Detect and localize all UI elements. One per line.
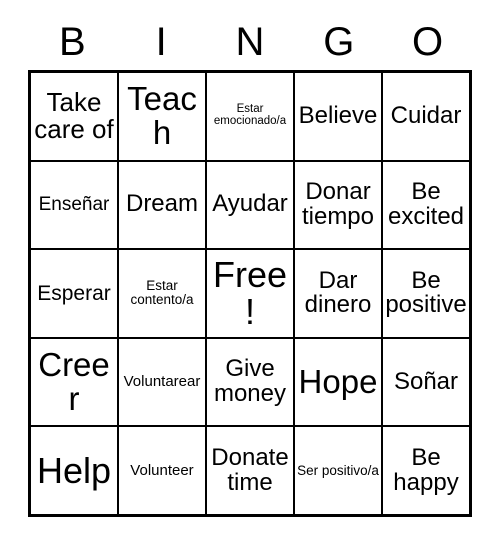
header-letter-label: N bbox=[235, 20, 265, 64]
bingo-cell-n2[interactable]: Ayudar bbox=[207, 161, 295, 249]
bingo-cell-o5[interactable]: Be happy bbox=[383, 427, 469, 514]
bingo-card: B I N G O Take care of Teach Estar emoci… bbox=[0, 0, 501, 544]
bingo-cell-o4[interactable]: Soñar bbox=[383, 339, 469, 426]
bingo-cell-free-space[interactable]: Free! bbox=[207, 250, 295, 337]
bingo-row: Take care of Teach Estar emocionado/a Be… bbox=[31, 73, 469, 162]
bingo-cell-label: Dream bbox=[125, 190, 198, 218]
bingo-cell-label: Soñar bbox=[393, 367, 459, 395]
bingo-row: Esperar Estar contento/a Free! Dar diner… bbox=[31, 250, 469, 339]
bingo-cell-b2[interactable]: Enseñar bbox=[31, 161, 119, 249]
bingo-cell-label: Cuidar bbox=[390, 101, 462, 129]
bingo-cell-n1[interactable]: Estar emocionado/a bbox=[207, 73, 295, 160]
bingo-cell-b1[interactable]: Take care of bbox=[31, 73, 119, 160]
bingo-cell-i3[interactable]: Estar contento/a bbox=[119, 250, 207, 337]
bingo-cell-b3[interactable]: Esperar bbox=[31, 250, 119, 337]
bingo-cell-o2[interactable]: Be excited bbox=[383, 162, 469, 249]
bingo-cell-label: Help bbox=[36, 449, 112, 491]
bingo-row: Enseñar Dream Ayudar Donar tiempo Be exc… bbox=[31, 161, 469, 251]
bingo-cell-o1[interactable]: Cuidar bbox=[383, 73, 469, 160]
bingo-cell-label: Esperar bbox=[37, 281, 111, 305]
bingo-cell-i1[interactable]: Teach bbox=[119, 73, 207, 160]
bingo-row: Creer Voluntarear Give money Hope Soñar bbox=[31, 338, 469, 428]
bingo-cell-g3[interactable]: Dar dinero bbox=[295, 250, 383, 337]
bingo-cell-label: Hope bbox=[298, 362, 378, 400]
header-letter-label: I bbox=[155, 20, 167, 64]
bingo-cell-i5[interactable]: Volunteer bbox=[119, 427, 207, 514]
bingo-cell-label: Teach bbox=[127, 79, 197, 152]
header-letter-label: B bbox=[59, 20, 86, 64]
header-letter-label: G bbox=[323, 20, 355, 64]
bingo-grid: Take care of Teach Estar emocionado/a Be… bbox=[28, 70, 472, 517]
bingo-cell-label: Be excited bbox=[387, 177, 465, 230]
bingo-cell-i4[interactable]: Voluntarear bbox=[119, 338, 207, 426]
header-letter-b: B bbox=[28, 14, 117, 70]
bingo-cell-n4[interactable]: Give money bbox=[207, 338, 295, 426]
bingo-cell-label: Ayudar bbox=[212, 190, 288, 218]
bingo-cell-label: Enseñar bbox=[38, 194, 110, 216]
bingo-cell-label: Ser positivo/a bbox=[297, 462, 379, 478]
header-letter-label: O bbox=[412, 20, 444, 64]
bingo-cell-g5[interactable]: Ser positivo/a bbox=[295, 427, 383, 514]
bingo-cell-label: Volunteer bbox=[130, 461, 194, 479]
bingo-cell-label: Creer bbox=[38, 345, 110, 418]
bingo-row: Help Volunteer Donate time Ser positivo/… bbox=[31, 427, 469, 514]
bingo-cell-label: Give money bbox=[213, 355, 287, 408]
header-letter-n: N bbox=[206, 14, 295, 70]
header-letter-o: O bbox=[383, 14, 472, 70]
bingo-cell-label: Dar dinero bbox=[304, 266, 372, 319]
header-letter-i: I bbox=[117, 14, 206, 70]
bingo-cell-label: Donar tiempo bbox=[301, 177, 375, 230]
bingo-cell-label: Estar contento/a bbox=[130, 278, 194, 308]
bingo-cell-g4[interactable]: Hope bbox=[295, 338, 383, 426]
bingo-cell-o3[interactable]: Be positive bbox=[383, 250, 469, 337]
bingo-cell-g1[interactable]: Believe bbox=[295, 73, 383, 160]
bingo-cell-b4[interactable]: Creer bbox=[31, 338, 119, 426]
bingo-cell-b5[interactable]: Help bbox=[31, 427, 119, 514]
bingo-cell-label: Estar emocionado/a bbox=[213, 103, 287, 128]
bingo-cell-i2[interactable]: Dream bbox=[119, 161, 207, 249]
bingo-header: B I N G O bbox=[28, 14, 472, 70]
bingo-cell-label: Take care of bbox=[34, 87, 114, 145]
bingo-cell-label: Be positive bbox=[385, 266, 467, 319]
bingo-cell-label: Voluntarear bbox=[123, 373, 201, 391]
bingo-cell-g2[interactable]: Donar tiempo bbox=[295, 161, 383, 249]
bingo-cell-label: Be happy bbox=[393, 443, 459, 496]
free-space-label: Free! bbox=[212, 254, 288, 333]
header-letter-g: G bbox=[294, 14, 383, 70]
bingo-cell-label: Believe bbox=[298, 101, 378, 129]
bingo-cell-n5[interactable]: Donate time bbox=[207, 427, 295, 514]
bingo-cell-label: Donate time bbox=[211, 443, 289, 496]
